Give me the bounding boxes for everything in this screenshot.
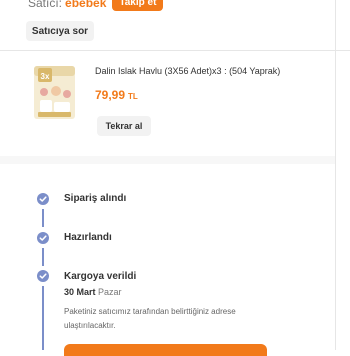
check-circle-icon <box>37 193 49 205</box>
product-image[interactable]: 3x <box>32 64 77 121</box>
step-date-weekday: Pazar <box>98 287 122 297</box>
timeline-connector <box>42 286 44 350</box>
check-circle-icon <box>37 270 49 282</box>
product-price: 79,99 TL <box>95 88 138 102</box>
step-label: Sipariş alındı <box>64 193 127 204</box>
panel-border <box>335 0 336 350</box>
step-label: Hazırlandı <box>64 232 112 243</box>
step-note: Paketiniz satıcımız tarafından belirttiğ… <box>64 307 236 330</box>
step-date-day: 30 Mart <box>64 287 96 297</box>
price-currency: TL <box>128 92 138 101</box>
track-shipment-button[interactable] <box>64 344 267 356</box>
seller-prefix: Satıcı: <box>28 0 63 10</box>
timeline-connector <box>42 209 44 227</box>
timeline-connector <box>42 248 44 266</box>
product-image-label: 3x <box>41 72 50 81</box>
divider <box>0 50 350 51</box>
reorder-button[interactable]: Tekrar al <box>97 116 151 136</box>
check-circle-icon <box>37 232 49 244</box>
ask-seller-button[interactable]: Satıcıya sor <box>26 21 94 41</box>
step-label: Kargoya verildi <box>64 271 137 282</box>
seller-name-link[interactable]: ebebek <box>65 0 106 10</box>
follow-button[interactable]: Takip et <box>112 0 164 11</box>
product-title[interactable]: Dalin Islak Havlu (3X56 Adet)x3 : (504 Y… <box>95 66 325 76</box>
price-value: 79,99 <box>95 88 126 102</box>
step-date: 30 Mart Pazar <box>64 287 122 297</box>
seller-row: Satıcı: ebebek Takip et <box>28 0 164 12</box>
section-separator <box>0 156 335 164</box>
